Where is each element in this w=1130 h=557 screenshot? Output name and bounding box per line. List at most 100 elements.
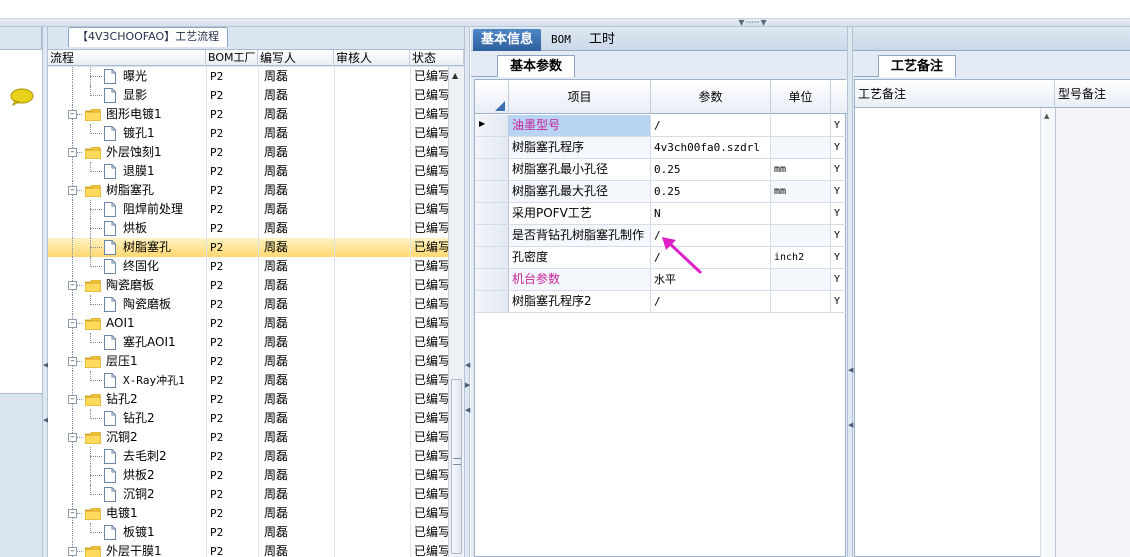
tab-basic-params[interactable]: 基本参数 <box>497 55 576 77</box>
tree-folder-row[interactable]: – 外层蚀刻1 P2 周磊 已编写 <box>48 143 448 162</box>
param-row[interactable]: 树脂塞孔程序 4v3ch00fa0.szdrl Y <box>475 137 847 159</box>
param-value-cell[interactable]: 4v3ch00fa0.szdrl <box>651 137 771 158</box>
document-icon <box>104 164 116 179</box>
tree-step-row[interactable]: 退膜1 P2 周磊 已编写 <box>48 162 448 181</box>
tree-folder-row[interactable]: – 钻孔2 P2 周磊 已编写 <box>48 390 448 409</box>
tree-folder-row[interactable]: – 陶瓷磨板 P2 周磊 已编写 <box>48 276 448 295</box>
chat-bubble-icon[interactable] <box>10 88 34 106</box>
tree-step-row[interactable]: 曝光 P2 周磊 已编写 <box>48 67 448 86</box>
splitter-grip-icon[interactable]: ▼ ········· ▼ <box>720 19 784 27</box>
row-indicator[interactable] <box>475 159 509 180</box>
column-header-unit[interactable]: 单位 <box>771 80 831 114</box>
param-value-cell[interactable]: / <box>651 291 771 312</box>
current-row-arrow-icon: ▶ <box>479 119 486 128</box>
author-cell: 周磊 <box>264 354 289 368</box>
column-header-model-notes[interactable]: 型号备注 <box>1055 80 1130 108</box>
row-indicator[interactable] <box>475 225 509 246</box>
scroll-up-arrow-icon[interactable]: ▲ <box>452 71 458 80</box>
param-value-cell[interactable]: 0.25 <box>651 181 771 202</box>
tree-folder-row[interactable]: – 外层干膜1 P2 周磊 已编写 <box>48 542 448 557</box>
process-tree-scrollbar[interactable]: ▲ <box>448 67 464 557</box>
tree-step-row[interactable]: 去毛刺2 P2 周磊 已编写 <box>48 447 448 466</box>
expand-minus-icon[interactable]: – <box>68 281 77 290</box>
tree-guide-line <box>90 418 102 419</box>
row-indicator[interactable] <box>475 137 509 158</box>
tree-folder-row[interactable]: – 层压1 P2 周磊 已编写 <box>48 352 448 371</box>
tree-folder-row[interactable]: – 树脂塞孔 P2 周磊 已编写 <box>48 181 448 200</box>
column-header-flow[interactable]: 流程 <box>48 50 206 66</box>
horizontal-splitter[interactable] <box>0 19 1130 27</box>
scroll-up-arrow-icon[interactable]: ▲ <box>1044 112 1049 120</box>
row-indicator[interactable]: ▶ <box>475 115 509 136</box>
process-tree-body: 曝光 P2 周磊 已编写 显影 P2 周磊 已编写 – 图形电镀1 P2 周磊 已编写 镀孔1 P2 周磊 已编… <box>48 67 448 557</box>
reviewer-cell <box>338 181 408 200</box>
tree-step-row[interactable]: 烘板 P2 周磊 已编写 <box>48 219 448 238</box>
reviewer-cell <box>338 542 408 557</box>
expand-minus-icon[interactable]: – <box>68 395 77 404</box>
expand-minus-icon[interactable]: – <box>68 186 77 195</box>
tab-basic-info[interactable]: 基本信息 <box>473 29 542 51</box>
process-tree-title-tab[interactable]: 【4V3CHOOFAO】工艺流程 <box>68 27 229 47</box>
author-cell: 周磊 <box>264 88 289 102</box>
column-header-item[interactable]: 项目 <box>509 80 651 114</box>
tree-step-row[interactable]: 沉铜2 P2 周磊 已编写 <box>48 485 448 504</box>
tree-folder-row[interactable]: – 图形电镀1 P2 周磊 已编写 <box>48 105 448 124</box>
tree-folder-row[interactable]: – AOI1 P2 周磊 已编写 <box>48 314 448 333</box>
tab-work-hours[interactable]: 工时 <box>581 29 623 51</box>
param-row[interactable]: 树脂塞孔程序2/ Y <box>475 291 847 313</box>
notes-scrollbar[interactable]: ▲ <box>1040 108 1055 557</box>
tree-step-row[interactable]: 烘板2 P2 周磊 已编写 <box>48 466 448 485</box>
expand-minus-icon[interactable]: – <box>68 547 77 556</box>
tree-guide-line <box>90 95 102 96</box>
author-cell: 周磊 <box>264 221 289 235</box>
row-indicator[interactable] <box>475 269 509 290</box>
tree-step-row[interactable]: 陶瓷磨板 P2 周磊 已编写 <box>48 295 448 314</box>
expand-minus-icon[interactable]: – <box>68 148 77 157</box>
middle-vertical-splitter[interactable]: ◀ ▶ ◀ <box>464 27 470 557</box>
column-header-process-notes[interactable]: 工艺备注 <box>855 80 1055 108</box>
tab-bom[interactable]: BOM <box>543 29 579 51</box>
tree-step-row[interactable]: 终固化 P2 周磊 已编写 <box>48 257 448 276</box>
param-row[interactable]: 树脂塞孔最大孔径 0.25 mm Y <box>475 181 847 203</box>
param-row[interactable]: 树脂塞孔最小孔径 0.25 mm Y <box>475 159 847 181</box>
column-header-author[interactable]: 编写人 <box>258 50 334 66</box>
tree-step-row[interactable]: 板镀1 P2 周磊 已编写 <box>48 523 448 542</box>
expand-minus-icon[interactable]: – <box>68 110 77 119</box>
tree-folder-row[interactable]: – 沉铜2 P2 周磊 已编写 <box>48 428 448 447</box>
notes-subtab-bar: 工艺备注 <box>854 55 1130 77</box>
expand-minus-icon[interactable]: – <box>68 509 77 518</box>
tree-step-row[interactable]: 阻焊前处理 P2 周磊 已编写 <box>48 200 448 219</box>
bom-factory-cell: P2 <box>210 279 224 292</box>
tree-step-row[interactable]: X-Ray冲孔1 P2 周磊 已编写 <box>48 371 448 390</box>
tab-process-notes[interactable]: 工艺备注 <box>878 55 957 77</box>
thumb-grip-icon <box>453 458 461 465</box>
tree-step-row[interactable]: 镀孔1 P2 周磊 已编写 <box>48 124 448 143</box>
column-header-bom-factory[interactable]: BOM工厂 <box>206 50 258 66</box>
row-indicator[interactable] <box>475 203 509 224</box>
column-header-status[interactable]: 状态 <box>410 50 464 66</box>
tree-step-row[interactable]: 塞孔AOI1 P2 周磊 已编写 <box>48 333 448 352</box>
tree-item-label: 塞孔AOI1 <box>123 335 176 349</box>
row-indicator[interactable] <box>475 291 509 312</box>
param-row[interactable]: ▶ 油墨型号 / Y <box>475 115 847 137</box>
param-value-cell[interactable]: 0.25 <box>651 159 771 180</box>
tree-step-row[interactable]: 显影 P2 周磊 已编写 <box>48 86 448 105</box>
param-row[interactable]: 采用POFV工艺 N Y <box>475 203 847 225</box>
expand-minus-icon[interactable]: – <box>68 433 77 442</box>
expand-minus-icon[interactable]: – <box>68 319 77 328</box>
scrollbar-thumb[interactable] <box>451 379 462 554</box>
param-value-cell[interactable]: / <box>651 115 771 136</box>
expand-minus-icon[interactable]: – <box>68 357 77 366</box>
model-notes-cell[interactable] <box>1056 108 1130 557</box>
tree-folder-row[interactable]: – 电镀1 P2 周磊 已编写 <box>48 504 448 523</box>
right-vertical-splitter[interactable]: ◀ ◀ <box>847 27 853 557</box>
row-indicator[interactable] <box>475 181 509 202</box>
tree-guide-line <box>90 228 102 229</box>
tree-step-row[interactable]: 钻孔2 P2 周磊 已编写 <box>48 409 448 428</box>
tree-item-label: 陶瓷磨板 <box>106 278 155 292</box>
row-indicator[interactable] <box>475 247 509 268</box>
column-header-reviewer[interactable]: 审核人 <box>334 50 410 66</box>
param-value-cell[interactable]: N <box>651 203 771 224</box>
column-header-param[interactable]: 参数 <box>651 80 771 114</box>
tree-step-row[interactable]: 树脂塞孔 P2 周磊 已编写 <box>48 238 448 257</box>
